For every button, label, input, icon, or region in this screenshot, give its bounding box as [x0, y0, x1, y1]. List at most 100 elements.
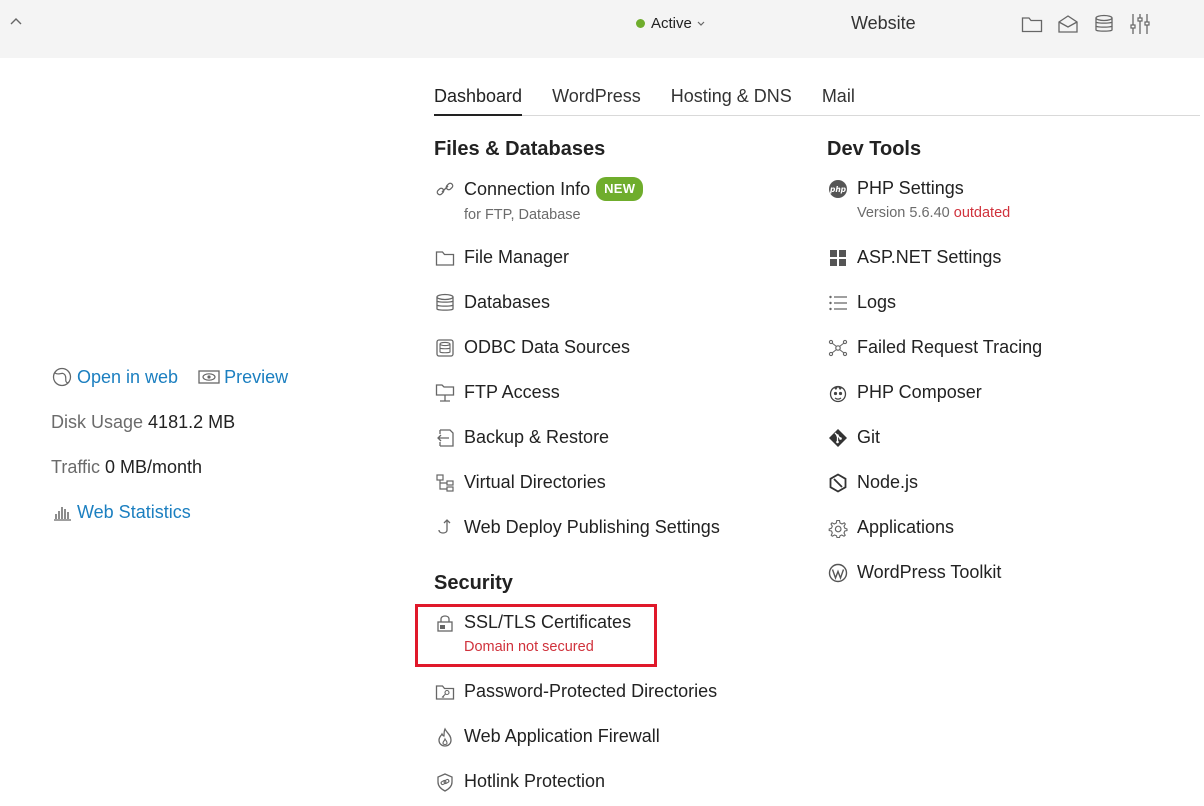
- ssl-certificates-label: SSL/TLS Certificates: [464, 612, 632, 632]
- connection-info-label: Connection Info: [464, 179, 591, 199]
- virtual-directories-label: Virtual Directories: [464, 472, 606, 492]
- tab-hosting-dns[interactable]: Hosting & DNS: [671, 86, 792, 116]
- hotlink-protection-item[interactable]: Hotlink Protection: [434, 770, 605, 793]
- dev-tools-title: Dev Tools: [827, 138, 922, 160]
- chevron-down-icon: [697, 21, 705, 26]
- connection-info-item[interactable]: Connection Info NEW for FTP, Database: [434, 177, 644, 224]
- firewall-label: Web Application Firewall: [464, 726, 660, 746]
- certificate-lock-icon: [434, 612, 456, 634]
- windows-grid-icon: [827, 247, 849, 269]
- top-bar: Active Website: [0, 0, 1204, 58]
- ssl-certificates-item[interactable]: SSL/TLS Certificates Domain not secured: [434, 611, 631, 656]
- php-settings-item[interactable]: php PHP Settings Version 5.6.40 outdated: [827, 177, 1010, 222]
- globe-icon: [51, 366, 73, 388]
- top-icon-bar: [1021, 13, 1151, 35]
- connection-info-sub: for FTP, Database: [464, 207, 581, 223]
- network-node-icon: [827, 337, 849, 359]
- php-composer-label: PHP Composer: [857, 382, 982, 402]
- chevron-up-icon: [10, 18, 22, 25]
- shield-link-icon: [434, 771, 456, 793]
- php-icon: php: [827, 178, 849, 200]
- status-dot: [636, 19, 645, 28]
- databases-item[interactable]: Databases: [434, 291, 550, 314]
- tab-dashboard[interactable]: Dashboard: [434, 86, 523, 116]
- git-label: Git: [857, 427, 881, 447]
- link-icon: [434, 178, 456, 200]
- password-directories-label: Password-Protected Directories: [464, 681, 718, 701]
- disk-usage-value: 4181.2 MB: [148, 412, 236, 432]
- web-statistics-link[interactable]: Web Statistics: [51, 501, 191, 523]
- applications-item[interactable]: Applications: [827, 516, 954, 539]
- new-badge: NEW: [596, 177, 644, 201]
- collapse-button[interactable]: [7, 12, 25, 30]
- backup-restore-label: Backup & Restore: [464, 427, 610, 447]
- files-databases-title: Files & Databases: [434, 138, 606, 160]
- logs-label: Logs: [857, 292, 897, 312]
- traffic: Traffic 0 MB/month: [51, 457, 202, 478]
- ssl-status: Domain not secured: [464, 639, 594, 655]
- eye-icon: [198, 366, 220, 388]
- tab-wordpress[interactable]: WordPress: [552, 86, 641, 116]
- flame-icon: [434, 726, 456, 748]
- failed-request-tracing-item[interactable]: Failed Request Tracing: [827, 336, 1042, 359]
- logs-item[interactable]: Logs: [827, 291, 896, 314]
- file-manager-item[interactable]: File Manager: [434, 246, 569, 269]
- sliders-icon[interactable]: [1129, 13, 1151, 35]
- file-manager-label: File Manager: [464, 247, 570, 267]
- php-settings-label: PHP Settings: [857, 178, 964, 198]
- disk-usage-label: Disk Usage: [51, 412, 144, 432]
- wordpress-toolkit-item[interactable]: WordPress Toolkit: [827, 561, 1001, 584]
- firewall-item[interactable]: Web Application Firewall: [434, 725, 660, 748]
- git-item[interactable]: Git: [827, 426, 880, 449]
- sitemap-icon: [434, 472, 456, 494]
- folder-icon: [434, 247, 456, 269]
- php-composer-item[interactable]: PHP Composer: [827, 381, 982, 404]
- preview-label: Preview: [224, 366, 289, 387]
- status-label: Active: [651, 15, 692, 32]
- odbc-database-icon: [434, 337, 456, 359]
- bar-chart-icon: [51, 501, 73, 523]
- backup-icon: [434, 427, 456, 449]
- failed-request-tracing-label: Failed Request Tracing: [857, 337, 1043, 357]
- php-outdated-status: outdated: [953, 205, 1011, 221]
- open-in-web-label: Open in web: [77, 366, 179, 387]
- mail-icon[interactable]: [1057, 13, 1079, 35]
- folder-icon[interactable]: [1021, 13, 1043, 35]
- open-in-web-link[interactable]: Open in web: [51, 366, 178, 388]
- applications-label: Applications: [857, 517, 955, 537]
- php-version: Version 5.6.40: [857, 205, 950, 221]
- virtual-directories-item[interactable]: Virtual Directories: [434, 471, 606, 494]
- wordpress-icon: [827, 562, 849, 584]
- main-tabs: Dashboard WordPress Hosting & DNS Mail: [434, 86, 1200, 116]
- nodejs-label: Node.js: [857, 472, 919, 492]
- web-deploy-item[interactable]: Web Deploy Publishing Settings: [434, 516, 720, 539]
- database-icon[interactable]: [1093, 13, 1115, 35]
- security-title: Security: [434, 572, 513, 594]
- nodejs-item[interactable]: Node.js: [827, 471, 918, 494]
- site-links: Open in web Preview: [51, 366, 288, 388]
- deploy-icon: [434, 517, 456, 539]
- database-icon: [434, 292, 456, 314]
- list-icon: [827, 292, 849, 314]
- status-dropdown[interactable]: Active: [636, 15, 705, 32]
- ftp-access-label: FTP Access: [464, 382, 560, 402]
- nodejs-icon: [827, 472, 849, 494]
- aspnet-settings-label: ASP.NET Settings: [857, 247, 1002, 267]
- traffic-value: 0 MB/month: [105, 457, 203, 477]
- aspnet-settings-item[interactable]: ASP.NET Settings: [827, 246, 1001, 269]
- password-directories-item[interactable]: Password-Protected Directories: [434, 680, 717, 703]
- gear-icon: [827, 517, 849, 539]
- tab-mail[interactable]: Mail: [822, 86, 855, 116]
- web-statistics-label: Web Statistics: [77, 501, 191, 522]
- hotlink-protection-label: Hotlink Protection: [464, 771, 606, 791]
- disk-usage: Disk Usage 4181.2 MB: [51, 412, 235, 433]
- backup-restore-item[interactable]: Backup & Restore: [434, 426, 609, 449]
- odbc-item[interactable]: ODBC Data Sources: [434, 336, 630, 359]
- git-icon: [827, 427, 849, 449]
- site-type-label: Website: [851, 13, 916, 33]
- ftp-access-item[interactable]: FTP Access: [434, 381, 560, 404]
- svg-text:php: php: [829, 185, 847, 194]
- composer-icon: [827, 382, 849, 404]
- preview-link[interactable]: Preview: [198, 366, 288, 388]
- ftp-folder-icon: [434, 382, 456, 404]
